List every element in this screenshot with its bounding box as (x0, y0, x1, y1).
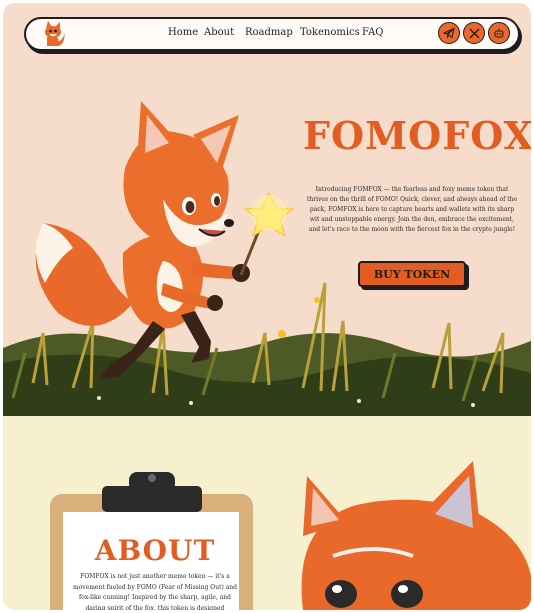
buy-token-button[interactable]: BUY TOKEN (358, 261, 466, 287)
bot-button[interactable] (488, 22, 510, 44)
nav-link-about[interactable]: About (204, 27, 234, 38)
fox-portrait (301, 461, 531, 610)
x-icon (469, 28, 479, 38)
telegram-icon (443, 27, 455, 39)
about-title: ABOUT (94, 534, 216, 567)
nav-link-faq[interactable]: FAQ (362, 27, 384, 38)
page: Home About Roadmap Tokenomics FAQ FOMOFO… (3, 3, 531, 610)
hero-title: FOMOFOX (303, 113, 531, 158)
about-section: ABOUT FOMFOX is not just another meme to… (3, 416, 531, 610)
top-navbar: Home About Roadmap Tokenomics FAQ (24, 17, 520, 51)
nav-link-home[interactable]: Home (168, 27, 198, 38)
about-text: FOMFOX is not just another meme token — … (73, 573, 238, 610)
hero-section: Home About Roadmap Tokenomics FAQ FOMOFO… (3, 3, 531, 416)
bot-icon (494, 28, 504, 38)
nav-link-roadmap[interactable]: Roadmap (245, 27, 293, 38)
x-button[interactable] (463, 22, 485, 44)
hero-description: Introducing FOMFOX — the fearless and fo… (306, 186, 518, 233)
telegram-button[interactable] (438, 22, 460, 44)
nav-link-tokenomics[interactable]: Tokenomics (300, 27, 360, 38)
